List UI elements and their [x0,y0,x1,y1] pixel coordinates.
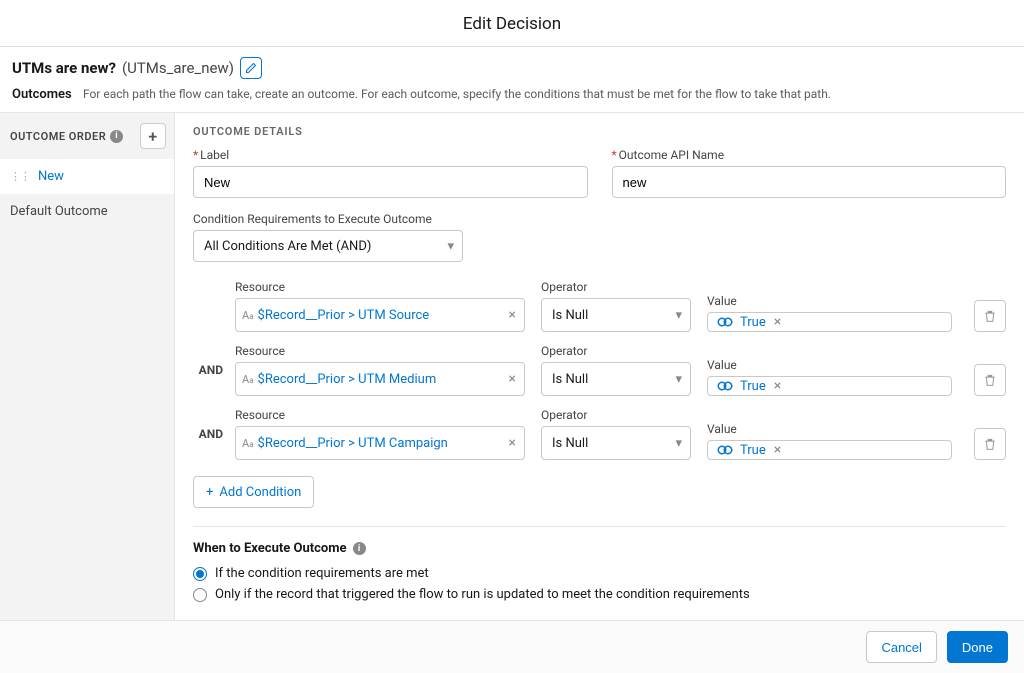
value-col-header: Value [707,294,952,308]
operator-value: Is Null [552,372,588,387]
sidebar-item-label: Default Outcome [10,204,108,219]
logic-word: AND [193,427,223,441]
divider [193,526,1006,527]
sidebar-item-default[interactable]: Default Outcome [0,194,174,229]
info-icon[interactable]: i [353,542,366,555]
label-input[interactable] [193,166,588,198]
outcome-details: OUTCOME DETAILS *Label *Outcome API Name… [175,113,1024,620]
drag-handle-icon[interactable]: ⋮⋮ [10,170,30,183]
radio-label: Only if the record that triggered the fl… [215,587,750,602]
label-field-label: *Label [193,148,588,162]
outcomes-label: Outcomes [12,87,72,102]
value-input[interactable]: True × [707,440,952,460]
value-text: True [740,443,766,458]
resource-input[interactable]: Aa $Record__Prior > UTM Campaign × [235,426,525,460]
chevron-down-icon: ▾ [675,308,682,323]
api-name-input[interactable] [612,166,1007,198]
operator-select[interactable]: Is Null ▾ [541,426,691,460]
operator-col-header: Operator [541,280,691,294]
value-text: True [740,379,766,394]
text-type-icon: Aa [242,373,254,386]
logic-value: All Conditions Are Met (AND) [204,239,371,254]
outcome-sidebar: OUTCOME ORDER i + ⋮⋮ New Default Outcome [0,113,175,620]
clear-resource-icon[interactable]: × [507,435,518,451]
clear-resource-icon[interactable]: × [507,307,518,323]
delete-condition-button[interactable] [974,364,1006,396]
execute-option-1[interactable]: If the condition requirements are met [193,566,1006,581]
sidebar-item-label: New [38,169,64,184]
sidebar-item-new[interactable]: ⋮⋮ New [0,159,174,194]
boolean-icon [716,377,734,395]
resource-col-header: Resource [235,344,525,358]
logic-label: Condition Requirements to Execute Outcom… [193,212,1006,226]
text-type-icon: Aa [242,437,254,450]
operator-select[interactable]: Is Null ▾ [541,298,691,332]
modal-title: Edit Decision [0,0,1024,47]
edit-decision-icon[interactable] [240,57,262,79]
clear-value-icon[interactable]: × [772,314,783,330]
operator-col-header: Operator [541,408,691,422]
api-name-field-label: *Outcome API Name [612,148,1007,162]
cancel-button[interactable]: Cancel [866,631,936,663]
radio-icon [193,588,207,602]
operator-value: Is Null [552,436,588,451]
operator-value: Is Null [552,308,588,323]
value-col-header: Value [707,422,952,436]
resource-value: $Record__Prior > UTM Campaign [258,436,503,451]
decision-title-row: UTMs are new? (UTMs_are_new) [0,47,1024,87]
resource-input[interactable]: Aa $Record__Prior > UTM Medium × [235,362,525,396]
execute-title: When to Execute Outcome i [193,541,1006,556]
operator-select[interactable]: Is Null ▾ [541,362,691,396]
radio-label: If the condition requirements are met [215,566,429,581]
logic-select[interactable]: All Conditions Are Met (AND) ▾ [193,230,463,262]
clear-resource-icon[interactable]: × [507,371,518,387]
resource-value: $Record__Prior > UTM Medium [258,372,503,387]
clear-value-icon[interactable]: × [772,378,783,394]
value-col-header: Value [707,358,952,372]
outcomes-help-text: For each path the flow can take, create … [83,87,831,101]
condition-row: Resource Aa $Record__Prior > UTM Source … [193,280,1006,332]
done-button[interactable]: Done [947,631,1008,663]
value-input[interactable]: True × [707,312,952,332]
radio-icon [193,567,207,581]
resource-col-header: Resource [235,280,525,294]
decision-label: UTMs are new? [12,59,116,77]
add-condition-label: Add Condition [219,485,301,500]
logic-word: AND [193,363,223,377]
text-type-icon: Aa [242,309,254,322]
value-input[interactable]: True × [707,376,952,396]
add-outcome-button[interactable]: + [140,123,166,149]
outcomes-description: Outcomes For each path the flow can take… [0,87,1024,112]
info-icon[interactable]: i [110,130,123,143]
condition-row: AND Resource Aa $Record__Prior > UTM Cam… [193,408,1006,460]
footer: Cancel Done [0,620,1024,673]
resource-col-header: Resource [235,408,525,422]
sidebar-title: OUTCOME ORDER [10,130,106,143]
chevron-down-icon: ▾ [447,239,454,254]
chevron-down-icon: ▾ [675,436,682,451]
execute-option-2[interactable]: Only if the record that triggered the fl… [193,587,1006,602]
plus-icon: + [206,485,213,500]
conditions-block: Resource Aa $Record__Prior > UTM Source … [193,280,1006,508]
delete-condition-button[interactable] [974,300,1006,332]
boolean-icon [716,313,734,331]
clear-value-icon[interactable]: × [772,442,783,458]
decision-api-name: (UTMs_are_new) [122,59,234,77]
add-condition-button[interactable]: + Add Condition [193,476,314,508]
delete-condition-button[interactable] [974,428,1006,460]
details-section-title: OUTCOME DETAILS [193,125,1006,138]
condition-row: AND Resource Aa $Record__Prior > UTM Med… [193,344,1006,396]
boolean-icon [716,441,734,459]
resource-input[interactable]: Aa $Record__Prior > UTM Source × [235,298,525,332]
operator-col-header: Operator [541,344,691,358]
value-text: True [740,315,766,330]
resource-value: $Record__Prior > UTM Source [258,308,503,323]
chevron-down-icon: ▾ [675,372,682,387]
sidebar-header: OUTCOME ORDER i + [0,113,174,159]
